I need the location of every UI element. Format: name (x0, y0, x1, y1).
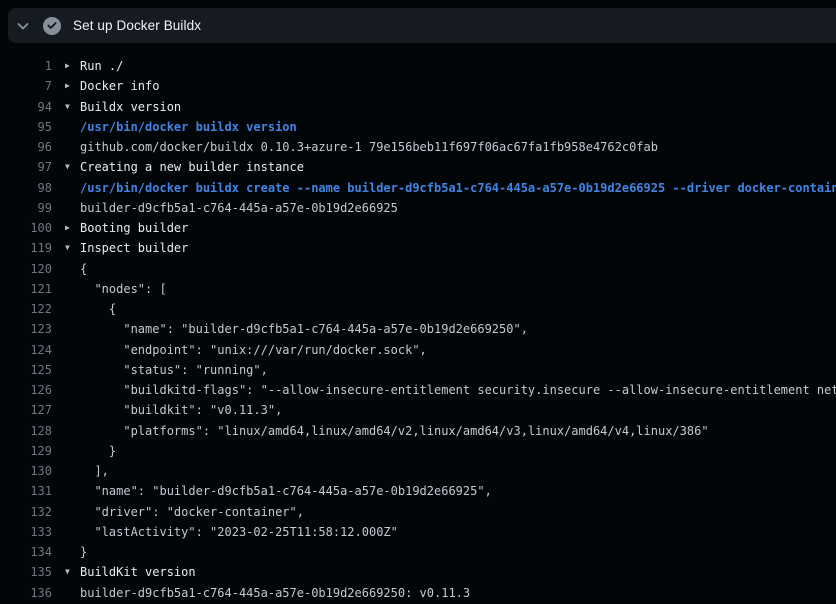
log-text: { (80, 299, 836, 319)
log-row: 123 "name": "builder-d9cfb5a1-c764-445a-… (0, 319, 836, 339)
triangle-right-icon: ▶ (52, 76, 80, 96)
log-text: "endpoint": "unix:///var/run/docker.sock… (80, 340, 836, 360)
log-row: 131 "name": "builder-d9cfb5a1-c764-445a-… (0, 481, 836, 501)
log-row: 130 ], (0, 461, 836, 481)
triangle-down-icon: ▼ (52, 562, 80, 582)
line-number[interactable]: 131 (0, 481, 52, 501)
log-group-row[interactable]: 135▼BuildKit version (0, 562, 836, 582)
triangle-down-icon: ▼ (52, 97, 80, 117)
line-number[interactable]: 100 (0, 218, 52, 238)
line-number[interactable]: 127 (0, 400, 52, 420)
step-title: Set up Docker Buildx (73, 18, 201, 33)
log-group-row[interactable]: 94▼Buildx version (0, 97, 836, 117)
log-group-row[interactable]: 97▼Creating a new builder instance (0, 157, 836, 177)
step-header[interactable]: Set up Docker Buildx (8, 8, 836, 43)
log-row: 127 "buildkit": "v0.11.3", (0, 400, 836, 420)
line-number[interactable]: 95 (0, 117, 52, 137)
log-row: 121 "nodes": [ (0, 279, 836, 299)
log-text: BuildKit version (80, 562, 836, 582)
log-text: "lastActivity": "2023-02-25T11:58:12.000… (80, 522, 836, 542)
line-number[interactable]: 119 (0, 238, 52, 258)
line-number[interactable]: 132 (0, 502, 52, 522)
chevron-down-icon[interactable] (15, 18, 31, 34)
log-group-row[interactable]: 7▶Docker info (0, 76, 836, 96)
line-number[interactable]: 122 (0, 299, 52, 319)
log-lines: 1▶Run ./7▶Docker info94▼Buildx version95… (0, 56, 836, 603)
log-text: "status": "running", (80, 360, 836, 380)
check-circle-icon (43, 17, 61, 35)
line-number[interactable]: 128 (0, 421, 52, 441)
log-text: "buildkitd-flags": "--allow-insecure-ent… (80, 380, 836, 400)
line-number[interactable]: 98 (0, 178, 52, 198)
log-text: } (80, 441, 836, 461)
log-text: } (80, 542, 836, 562)
log-row: 124 "endpoint": "unix:///var/run/docker.… (0, 340, 836, 360)
log-group-row[interactable]: 100▶Booting builder (0, 218, 836, 238)
log-text: /usr/bin/docker buildx version (80, 117, 836, 137)
line-number[interactable]: 133 (0, 522, 52, 542)
triangle-down-icon: ▼ (52, 157, 80, 177)
line-number[interactable]: 126 (0, 380, 52, 400)
line-number[interactable]: 94 (0, 97, 52, 117)
triangle-right-icon: ▶ (52, 56, 80, 76)
line-number[interactable]: 130 (0, 461, 52, 481)
line-number[interactable]: 121 (0, 279, 52, 299)
log-text: /usr/bin/docker buildx create --name bui… (80, 178, 836, 198)
log-row: 98/usr/bin/docker buildx create --name b… (0, 178, 836, 198)
log-text: Inspect builder (80, 238, 836, 258)
log-row: 132 "driver": "docker-container", (0, 502, 836, 522)
log-text: Creating a new builder instance (80, 157, 836, 177)
log-text: "nodes": [ (80, 279, 836, 299)
line-number[interactable]: 124 (0, 340, 52, 360)
line-number[interactable]: 99 (0, 198, 52, 218)
log-row: 120 { (0, 259, 836, 279)
log-text: "buildkit": "v0.11.3", (80, 400, 836, 420)
line-number[interactable]: 7 (0, 76, 52, 96)
log-row: 129 } (0, 441, 836, 461)
log-text: github.com/docker/buildx 0.10.3+azure-1 … (80, 137, 836, 157)
log-row: 125 "status": "running", (0, 360, 836, 380)
log-row: 128 "platforms": "linux/amd64,linux/amd6… (0, 421, 836, 441)
log-text: ], (80, 461, 836, 481)
line-number[interactable]: 96 (0, 137, 52, 157)
line-number[interactable]: 123 (0, 319, 52, 339)
log-group-row[interactable]: 119▼Inspect builder (0, 238, 836, 258)
line-number[interactable]: 120 (0, 259, 52, 279)
triangle-right-icon: ▶ (52, 218, 80, 238)
line-number[interactable]: 1 (0, 56, 52, 76)
log-group-row[interactable]: 1▶Run ./ (0, 56, 836, 76)
log-text: "platforms": "linux/amd64,linux/amd64/v2… (80, 421, 836, 441)
log-row: 96 github.com/docker/buildx 0.10.3+azure-… (0, 137, 836, 157)
log-text: Booting builder (80, 218, 836, 238)
log-row: 134} (0, 542, 836, 562)
log-row: 136 builder-d9cfb5a1-c764-445a-a57e-0b19d… (0, 583, 836, 603)
log-row: 95/usr/bin/docker buildx version (0, 117, 836, 137)
line-number[interactable]: 129 (0, 441, 52, 461)
line-number[interactable]: 135 (0, 562, 52, 582)
log-text: Docker info (80, 76, 836, 96)
log-text: Run ./ (80, 56, 836, 76)
line-number[interactable]: 136 (0, 583, 52, 603)
log-row: 133 "lastActivity": "2023-02-25T11:58:12… (0, 522, 836, 542)
log-row: 126 "buildkitd-flags": "--allow-insecure… (0, 380, 836, 400)
log-text: { (80, 259, 836, 279)
line-number[interactable]: 134 (0, 542, 52, 562)
log-text: builder-d9cfb5a1-c764-445a-a57e-0b19d2e6… (80, 583, 836, 603)
log-text: Buildx version (80, 97, 836, 117)
triangle-down-icon: ▼ (52, 238, 80, 258)
log-text: "driver": "docker-container", (80, 502, 836, 522)
line-number[interactable]: 125 (0, 360, 52, 380)
log-text: "name": "builder-d9cfb5a1-c764-445a-a57e… (80, 481, 836, 501)
log-row: 99 builder-d9cfb5a1-c764-445a-a57e-0b19d2… (0, 198, 836, 218)
log-text: "name": "builder-d9cfb5a1-c764-445a-a57e… (80, 319, 836, 339)
log-row: 122 { (0, 299, 836, 319)
line-number[interactable]: 97 (0, 157, 52, 177)
log-text: builder-d9cfb5a1-c764-445a-a57e-0b19d2e6… (80, 198, 836, 218)
